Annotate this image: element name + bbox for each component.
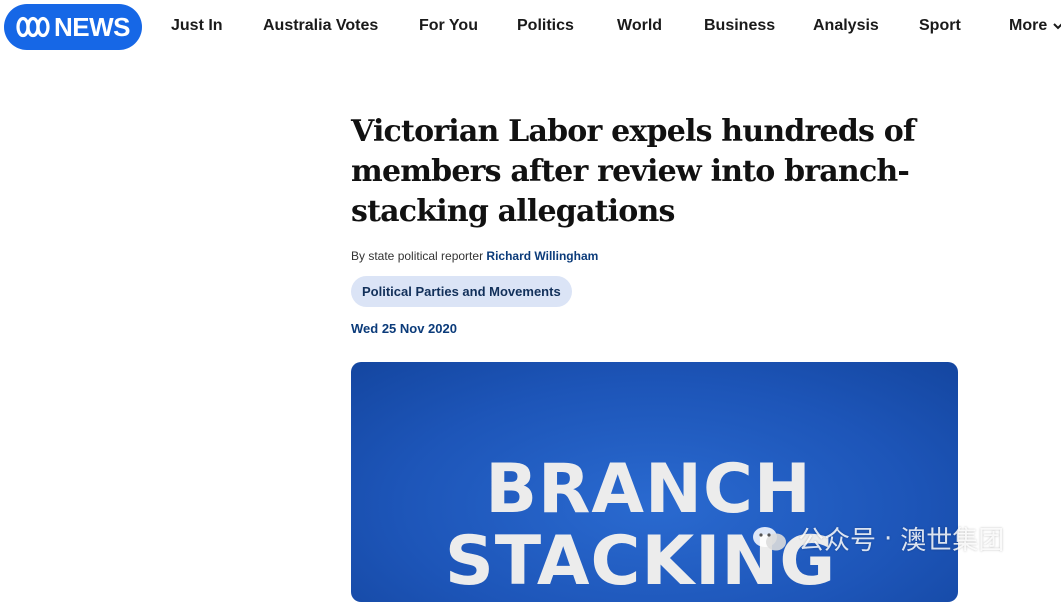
article-byline: By state political reporter Richard Will… xyxy=(351,249,958,263)
nav-item-more[interactable]: More xyxy=(1009,17,1061,35)
nav-item-politics[interactable]: Politics xyxy=(517,17,574,35)
hero-text-line1: BRANCH xyxy=(485,450,812,529)
hero-image: BRANCH STACKING xyxy=(351,362,958,602)
nav-item-just-in[interactable]: Just In xyxy=(171,17,223,35)
watermark-org: 澳世集团 xyxy=(900,526,1005,556)
byline-prefix: By state political reporter xyxy=(351,249,484,263)
nav-item-for-you[interactable]: For You xyxy=(419,17,478,35)
abc-logo-icon xyxy=(16,16,50,38)
nav-more-label: More xyxy=(1009,17,1048,34)
article-headline: Victorian Labor expels hundreds of membe… xyxy=(351,114,916,229)
topic-tag[interactable]: Political Parties and Movements xyxy=(351,276,572,307)
nav-item-analysis[interactable]: Analysis xyxy=(813,17,879,35)
watermark: 公众号 · 澳世集团 xyxy=(750,520,1004,557)
abc-news-logo[interactable]: NEWS xyxy=(4,4,142,50)
nav-item-world[interactable]: World xyxy=(617,17,662,35)
top-navigation: NEWS Just In Australia Votes For You Pol… xyxy=(0,0,1061,54)
logo-text: NEWS xyxy=(54,11,131,42)
wechat-icon xyxy=(750,525,790,553)
article-header: Victorian Labor expels hundreds of membe… xyxy=(351,112,958,336)
watermark-label: 公众号 xyxy=(798,526,877,556)
nav-item-sport[interactable]: Sport xyxy=(919,17,961,35)
nav-item-australia-votes[interactable]: Australia Votes xyxy=(263,17,378,35)
nav-item-business[interactable]: Business xyxy=(704,17,775,35)
author-link[interactable]: Richard Willingham xyxy=(486,249,598,263)
watermark-separator: · xyxy=(884,523,893,554)
publish-date: Wed 25 Nov 2020 xyxy=(351,321,457,336)
chevron-down-icon xyxy=(1053,17,1061,35)
